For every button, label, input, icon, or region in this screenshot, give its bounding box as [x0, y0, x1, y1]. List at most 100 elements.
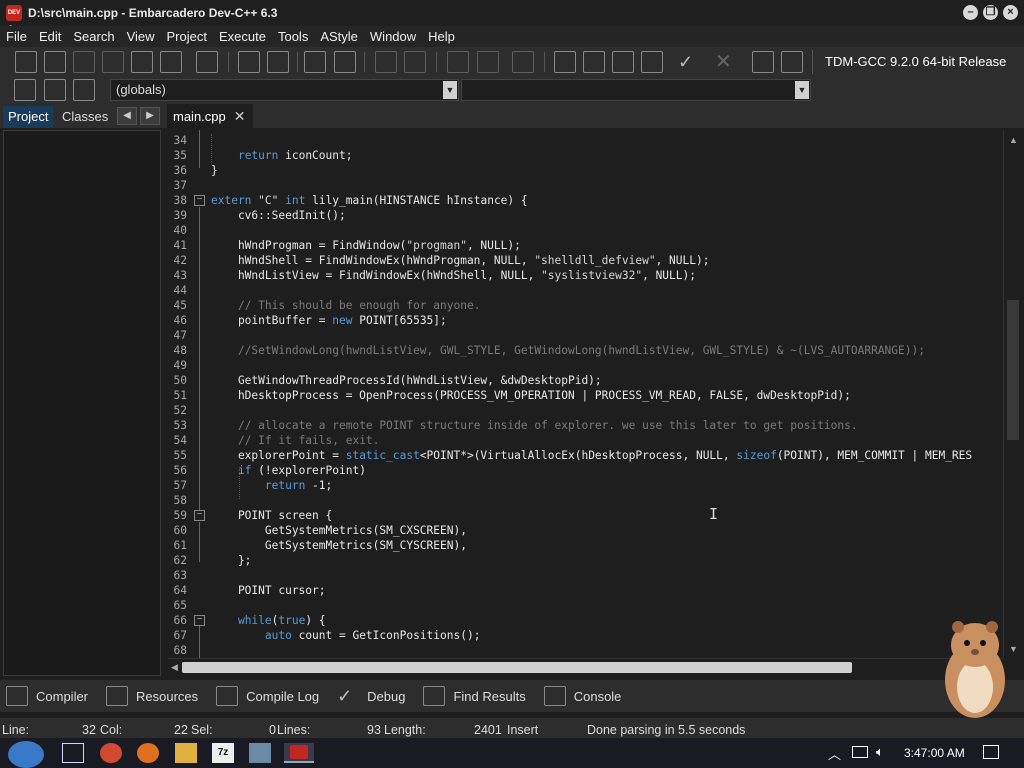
open-file-icon[interactable] [44, 51, 66, 73]
close-tab-icon[interactable]: ✕ [234, 108, 246, 124]
new-file-icon[interactable] [15, 51, 37, 73]
replace-icon[interactable] [267, 51, 289, 73]
save-icon[interactable] [73, 51, 95, 73]
tab-console[interactable]: Console [538, 686, 621, 706]
file-explorer-icon[interactable] [175, 743, 197, 763]
tab-debug[interactable]: ✓ Debug [331, 686, 405, 706]
menu-project[interactable]: Project [161, 29, 213, 44]
tab-main-cpp[interactable]: main.cpp ✕ [167, 104, 254, 128]
fold-toggle-icon[interactable]: − [194, 615, 205, 626]
tab-compile-log[interactable]: Compile Log [210, 686, 319, 706]
chart-icon[interactable] [752, 51, 774, 73]
horizontal-scrollbar[interactable]: ◀ [168, 658, 1003, 676]
vertical-scroll-thumb[interactable] [1007, 300, 1019, 440]
fold-toggle-icon[interactable]: − [194, 510, 205, 521]
project-tree[interactable] [3, 130, 161, 676]
menu-execute[interactable]: Execute [213, 29, 272, 44]
goto-project-icon[interactable] [14, 79, 36, 101]
chevron-down-icon[interactable]: ▼ [443, 81, 457, 99]
tab-compiler[interactable]: Compiler [0, 686, 88, 706]
scroll-up-icon[interactable]: ▲ [1009, 135, 1018, 145]
devcpp-taskbar-icon[interactable] [284, 743, 314, 763]
compile-run-icon[interactable] [612, 51, 634, 73]
network-icon[interactable] [852, 746, 868, 758]
minimize-button[interactable]: – [963, 5, 978, 20]
horizontal-scroll-thumb[interactable] [182, 662, 852, 673]
scroll-down-icon[interactable]: ▼ [1009, 644, 1018, 654]
tab-project[interactable]: Project [3, 106, 54, 128]
chevron-up-icon[interactable]: ︿ [828, 744, 841, 763]
menu-search[interactable]: Search [67, 29, 120, 44]
save-all-icon[interactable] [102, 51, 124, 73]
line-number: 68 [173, 644, 187, 657]
menu-help[interactable]: Help [422, 29, 461, 44]
menu-edit[interactable]: Edit [33, 29, 67, 44]
notification-icon[interactable] [983, 745, 999, 759]
compiler-select[interactable]: TDM-GCC 9.2.0 64-bit Release [818, 51, 1018, 73]
menu-view[interactable]: View [121, 29, 161, 44]
volume-icon[interactable]: 🔈︎ [876, 744, 884, 760]
tab-resources[interactable]: Resources [100, 686, 198, 706]
print-icon[interactable] [196, 51, 218, 73]
close-file-icon[interactable] [131, 51, 153, 73]
console-icon [543, 686, 566, 706]
code-text: hWndListView = FindWindowEx(hWndShell, N… [211, 269, 696, 282]
compile-icon[interactable] [554, 51, 576, 73]
task-view-icon[interactable] [62, 743, 84, 763]
fold-toggle-icon[interactable]: − [194, 195, 205, 206]
tab-find-results-label: Find Results [453, 688, 526, 704]
menu-tools[interactable]: Tools [272, 29, 314, 44]
window-title: D:\src\main.cpp - Embarcadero Dev-C++ 6.… [28, 6, 278, 20]
line-number: 59 [173, 509, 187, 522]
vertical-scrollbar[interactable]: ▲ ▼ [1003, 130, 1021, 658]
line-number: 66 [173, 614, 187, 627]
hamster-mascot-decoration [945, 621, 1005, 718]
scroll-left-icon[interactable]: ◀ [171, 662, 178, 673]
line-number: 38 [173, 194, 187, 207]
remote-desktop-icon[interactable] [249, 743, 271, 763]
code-editor[interactable]: − − − 34 35 return iconCount; 36} 37 38 exter… [168, 130, 1003, 658]
indent-icon[interactable] [304, 51, 326, 73]
restore-button[interactable]: ❐ [983, 5, 998, 20]
scope-combo[interactable]: (globals) ▼ [110, 79, 459, 101]
redo-icon[interactable] [404, 51, 426, 73]
status-line-label: Line: [2, 723, 30, 737]
7zip-icon[interactable]: 7z [212, 743, 234, 763]
chevron-down-icon[interactable]: ▼ [795, 81, 809, 99]
chevron-left-icon[interactable]: ◀ [117, 107, 137, 125]
start-button[interactable] [8, 741, 44, 768]
bookmark-icon[interactable] [44, 79, 66, 101]
find-icon[interactable] [238, 51, 260, 73]
undo-icon[interactable] [375, 51, 397, 73]
close-button[interactable]: × [1003, 5, 1018, 20]
run-icon[interactable] [583, 51, 605, 73]
abort-icon[interactable]: ✕ [715, 51, 737, 73]
menu-window[interactable]: Window [364, 29, 422, 44]
status-lines-label: Lines: [277, 723, 311, 737]
new-project-icon[interactable] [447, 51, 469, 73]
tab-classes[interactable]: Classes [57, 106, 113, 128]
unindent-icon[interactable] [334, 51, 356, 73]
function-combo[interactable]: ▼ [461, 79, 811, 101]
menu-file[interactable]: File [0, 29, 33, 44]
resources-icon [106, 686, 129, 706]
devcpp-app-icon[interactable]: DEV C++ [6, 5, 22, 32]
chevron-right-icon[interactable]: ▶ [140, 107, 160, 125]
code-text: pointBuffer = new POINT[65535]; [211, 314, 447, 327]
remove-project-icon[interactable] [477, 51, 499, 73]
delete-profile-icon[interactable] [781, 51, 803, 73]
close-all-icon[interactable] [160, 51, 182, 73]
firefox-icon[interactable] [137, 743, 159, 763]
comment-icon[interactable] [512, 51, 534, 73]
syntax-check-icon[interactable]: ✓ [678, 51, 700, 73]
tab-find-results[interactable]: Find Results [417, 686, 526, 706]
chrome-icon[interactable] [100, 743, 122, 763]
clock[interactable]: 3:47:00 AM [904, 746, 965, 760]
line-number: 54 [173, 434, 187, 447]
line-number: 44 [173, 284, 187, 297]
goto-bookmark-icon[interactable] [73, 79, 95, 101]
menu-astyle[interactable]: AStyle [314, 29, 364, 44]
code-text: while(true) { [237, 614, 326, 627]
rebuild-all-icon[interactable] [641, 51, 663, 73]
code-text: auto count = GetIconPositions(); [264, 629, 481, 642]
